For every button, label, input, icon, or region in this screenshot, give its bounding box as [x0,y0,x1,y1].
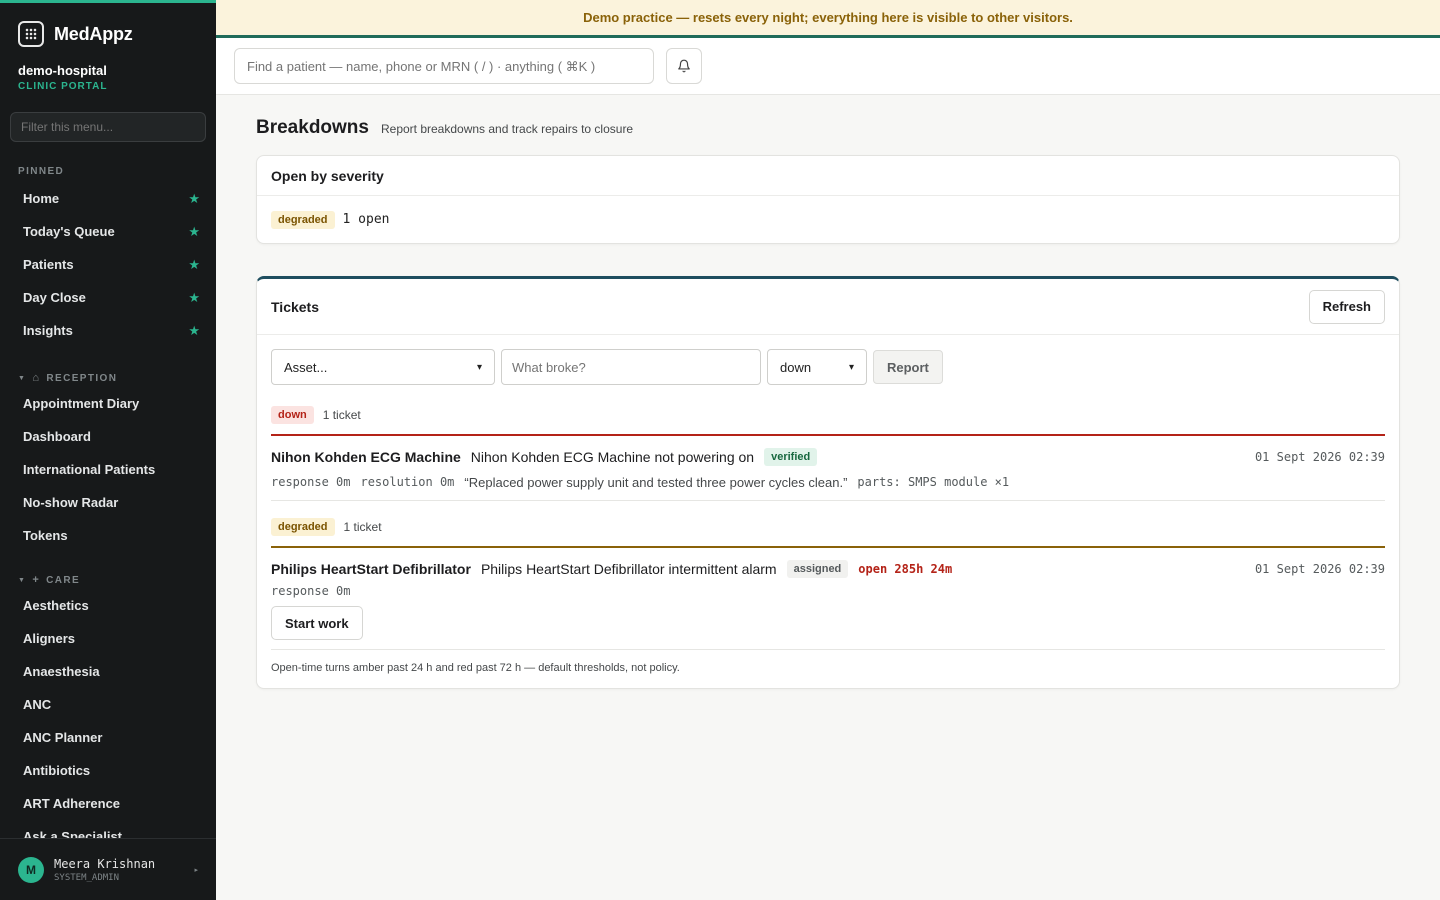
main-content: Breakdowns Report breakdowns and track r… [256,95,1400,689]
sidebar-item-international-patients[interactable]: International Patients [0,453,216,486]
plus-icon: + [32,574,41,586]
menu-filter-input[interactable] [10,112,206,142]
row-divider [271,500,1385,501]
star-icon[interactable]: ★ [188,191,200,207]
report-button[interactable]: Report [873,350,943,384]
notifications-button[interactable] [666,48,702,84]
severity-badge: down [271,406,314,424]
org-name: demo-hospital [18,63,107,78]
sidebar-item-aligners[interactable]: Aligners [0,622,216,655]
ticket-timestamp: 01 Sept 2026 02:39 [1254,562,1385,576]
app-logo-icon [18,21,44,47]
severity-card: Open by severity degraded 1 open [256,155,1400,244]
user-name: Meera Krishnan [54,856,156,871]
star-icon[interactable]: ★ [188,257,200,273]
open-age: open 285h 24m [858,562,953,576]
bell-icon [678,59,690,73]
ticket-asset: Philips HeartStart Defibrillator [271,561,471,577]
asset-select[interactable]: Asset... ▾ [271,349,495,385]
ticket-timestamp: 01 Sept 2026 02:39 [1254,450,1385,464]
building-icon: ⌂ [32,372,41,384]
chevron-down-icon: ▾ [848,361,854,373]
caret-down-icon: ▼ [18,374,27,382]
what-broke-input[interactable] [501,349,761,385]
user-menu[interactable]: M Meera Krishnan SYSTEM_ADMIN ▸ [0,838,216,900]
care-section-toggle[interactable]: ▼ + CARE [0,574,216,586]
care-list: Aesthetics Aligners Anaesthesia ANC ANC … [0,589,216,853]
severity-row: degraded 1 open [257,196,1399,243]
tickets-title: Tickets [271,298,319,315]
avatar: M [18,856,44,883]
org-subtitle: CLINIC PORTAL [18,81,108,92]
star-icon[interactable]: ★ [188,224,200,240]
ticket-row: Philips HeartStart Defibrillator Philips… [257,548,1399,640]
sidebar-item-art-adherence[interactable]: ART Adherence [0,787,216,820]
page-subtitle: Report breakdowns and track repairs to c… [380,122,634,136]
user-role: SYSTEM_ADMIN [54,872,120,883]
ticket-issue: Nihon Kohden ECG Machine not powering on [470,449,755,465]
patient-search-input[interactable] [234,48,654,84]
sidebar-item-home[interactable]: Home ★ [0,182,216,215]
pinned-list: Home ★ Today's Queue ★ Patients ★ Day Close… [0,182,216,347]
sidebar-item-anaesthesia[interactable]: Anaesthesia [0,655,216,688]
tickets-card: Tickets Refresh Asset... ▾ down ▾ Report… [256,276,1400,689]
ticket-group-degraded: degraded 1 ticket Philips HeartStart Def… [257,515,1399,650]
sidebar-item-appointment-diary[interactable]: Appointment Diary [0,387,216,420]
severity-badge: degraded [271,210,335,229]
sidebar-item-tokens[interactable]: Tokens [0,519,216,552]
sidebar-item-no-show-radar[interactable]: No-show Radar [0,486,216,519]
tickets-header: Tickets Refresh [257,279,1399,335]
group-header: down 1 ticket [257,403,1399,427]
report-form: Asset... ▾ down ▾ Report [257,335,1399,385]
sidebar-item-day-close[interactable]: Day Close ★ [0,281,216,314]
app-name: MedAppz [54,23,133,44]
sidebar-item-dashboard[interactable]: Dashboard [0,420,216,453]
sidebar-item-insights[interactable]: Insights ★ [0,314,216,347]
group-count: 1 ticket [322,408,361,422]
page-title: Breakdowns [256,117,369,138]
response-time: response 0m [271,475,351,489]
sidebar-item-patients[interactable]: Patients ★ [0,248,216,281]
ticket-row: Nihon Kohden ECG Machine Nihon Kohden EC… [257,436,1399,496]
ticket-asset: Nihon Kohden ECG Machine [271,449,461,465]
ticket-group-down: down 1 ticket Nihon Kohden ECG Machine N… [257,403,1399,501]
sidebar-item-aesthetics[interactable]: Aesthetics [0,589,216,622]
sidebar: MedAppz demo-hospital CLINIC PORTAL PINN… [0,0,216,900]
open-count: 1 open [342,212,390,227]
refresh-button[interactable]: Refresh [1308,289,1385,324]
reception-section-toggle[interactable]: ▼ ⌂ RECEPTION [0,372,216,384]
chevron-down-icon: ▾ [476,361,482,373]
parts-used: parts: SMPS module ×1 [857,475,1010,489]
start-work-button[interactable]: Start work [271,606,363,640]
star-icon[interactable]: ★ [188,290,200,306]
demo-banner: Demo practice — resets every night; ever… [216,0,1440,38]
ticket-issue: Philips HeartStart Defibrillator intermi… [480,561,777,577]
chevron-icon: ▸ [194,866,198,874]
brand[interactable]: MedAppz [0,3,216,50]
caret-down-icon: ▼ [18,576,27,584]
severity-badge: degraded [271,518,335,536]
sidebar-item-anc[interactable]: ANC [0,688,216,721]
page-header: Breakdowns Report breakdowns and track r… [256,117,1400,155]
group-header: degraded 1 ticket [257,515,1399,539]
sidebar-item-antibiotics[interactable]: Antibiotics [0,754,216,787]
reception-list: Appointment Diary Dashboard Internationa… [0,387,216,552]
resolution-note: “Replaced power supply unit and tested t… [464,474,848,490]
response-time: response 0m [271,584,351,598]
group-count: 1 ticket [343,520,382,534]
user-info: Meera Krishnan SYSTEM_ADMIN [54,857,155,883]
topbar [216,38,1440,95]
severity-select[interactable]: down ▾ [767,349,867,385]
status-badge: assigned [786,560,849,578]
pinned-section-label: PINNED [18,166,65,177]
status-badge: verified [764,448,818,466]
star-icon[interactable]: ★ [188,323,200,339]
thresholds-footnote: Open-time turns amber past 24 h and red … [271,662,680,674]
org-info: demo-hospital CLINIC PORTAL [0,50,216,92]
resolution-time: resolution 0m [360,475,455,489]
sidebar-item-anc-planner[interactable]: ANC Planner [0,721,216,754]
sidebar-item-todays-queue[interactable]: Today's Queue ★ [0,215,216,248]
severity-card-title: Open by severity [257,156,1399,196]
